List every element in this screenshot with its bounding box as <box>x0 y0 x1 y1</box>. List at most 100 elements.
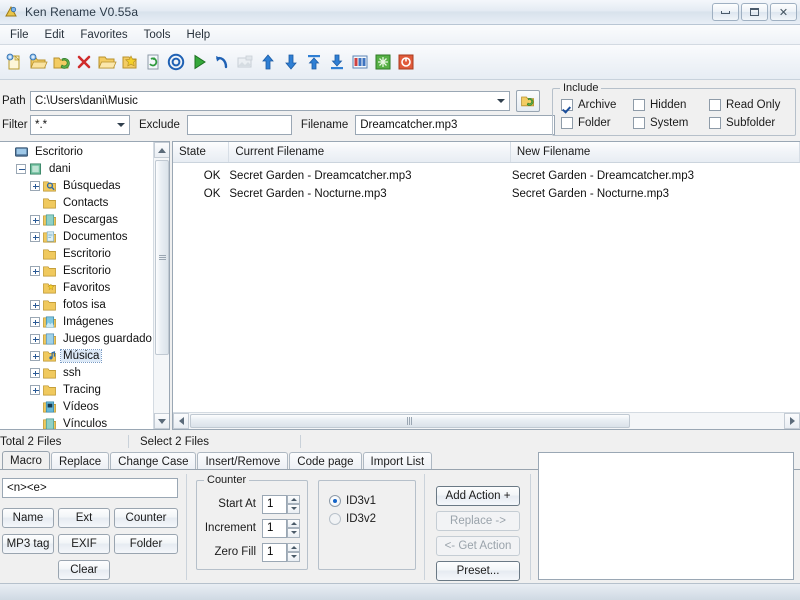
expand-icon[interactable] <box>30 214 40 225</box>
column-header-new-filename[interactable]: New Filename <box>511 142 800 162</box>
record-circle-icon[interactable] <box>166 52 186 72</box>
spin-down-icon[interactable] <box>287 528 300 538</box>
tab-import-list[interactable]: Import List <box>362 452 433 470</box>
folder-icon[interactable] <box>97 52 117 72</box>
spin-up-icon[interactable] <box>287 542 300 552</box>
expand-icon[interactable] <box>30 367 40 378</box>
browse-folder-button[interactable] <box>516 90 540 112</box>
expand-icon[interactable] <box>30 316 40 327</box>
macro-input[interactable]: <n><e> <box>2 478 178 498</box>
tab-macro[interactable]: Macro <box>2 451 50 470</box>
menu-favorites[interactable]: Favorites <box>72 27 135 43</box>
preset-button[interactable]: Preset... <box>436 561 520 581</box>
tree-node[interactable]: Tracing <box>0 381 152 398</box>
tree-node[interactable]: Escritorio <box>0 143 152 160</box>
expand-icon[interactable] <box>30 333 40 344</box>
menu-tools[interactable]: Tools <box>136 27 179 43</box>
counter-increment-stepper[interactable]: 1 <box>262 518 300 538</box>
tree-node[interactable]: Búsquedas <box>0 177 152 194</box>
grid-icon[interactable] <box>373 52 393 72</box>
table-row[interactable]: OK Secret Garden - Dreamcatcher.mp3 Secret… <box>173 167 800 185</box>
tree-scroll-thumb[interactable] <box>155 160 169 355</box>
checkbox-hidden[interactable] <box>633 99 645 111</box>
collapse-icon[interactable] <box>16 163 26 174</box>
checkbox-archive[interactable] <box>561 99 573 111</box>
menu-help[interactable]: Help <box>179 27 219 43</box>
file-list-horizontal-scrollbar[interactable] <box>173 412 800 429</box>
tab-replace[interactable]: Replace <box>50 452 110 470</box>
column-header-current-filename[interactable]: Current Filename <box>229 142 511 162</box>
delete-x-icon[interactable] <box>74 52 94 72</box>
path-combo[interactable]: C:\Users\dani\Music <box>30 91 510 111</box>
counter-start-at-value[interactable]: 1 <box>262 494 287 514</box>
tree-node[interactable]: Escritorio <box>0 245 152 262</box>
move-top-icon[interactable] <box>304 52 324 72</box>
macro-button-folder[interactable]: Folder <box>114 534 178 554</box>
counter-start-at-stepper[interactable]: 1 <box>262 494 300 514</box>
minimize-button[interactable] <box>712 3 739 21</box>
macro-button-counter[interactable]: Counter <box>114 508 178 528</box>
refresh-document-icon[interactable] <box>143 52 163 72</box>
expand-icon[interactable] <box>30 231 40 242</box>
expand-icon[interactable] <box>30 299 40 310</box>
tree-node[interactable]: Música <box>0 347 152 364</box>
action-list[interactable] <box>538 452 794 580</box>
expand-icon[interactable] <box>30 350 40 361</box>
tree-node[interactable]: Descargas <box>0 211 152 228</box>
undo-icon[interactable] <box>212 52 232 72</box>
tree-node[interactable]: dani <box>0 160 152 177</box>
tree-node[interactable]: Juegos guardados <box>0 330 152 347</box>
menu-edit[interactable]: Edit <box>37 27 73 43</box>
new-list-icon[interactable] <box>5 52 25 72</box>
open-folder-icon[interactable] <box>28 52 48 72</box>
favorite-star-icon[interactable] <box>120 52 140 72</box>
radio-id3v1[interactable] <box>329 495 341 507</box>
tree-node[interactable]: Vídeos <box>0 398 152 415</box>
checkbox-subfolder[interactable] <box>709 117 721 129</box>
tree-vertical-scrollbar[interactable] <box>153 142 169 429</box>
exclude-input[interactable] <box>186 115 292 135</box>
add-folder-icon[interactable] <box>51 52 71 72</box>
columns-icon[interactable] <box>350 52 370 72</box>
scroll-right-button[interactable] <box>784 413 800 429</box>
spin-down-icon[interactable] <box>287 552 300 562</box>
menu-file[interactable]: File <box>2 27 37 43</box>
filename-input[interactable]: Dreamcatcher.mp3 <box>355 115 556 135</box>
play-icon[interactable] <box>189 52 209 72</box>
filter-combo[interactable]: *.* <box>30 115 130 135</box>
expand-icon[interactable] <box>30 180 40 191</box>
file-list[interactable]: State Current Filename New Filename OK Se… <box>172 141 800 430</box>
scroll-left-button[interactable] <box>173 413 189 429</box>
table-row[interactable]: OK Secret Garden - Nocturne.mp3 Secret Gar… <box>173 185 800 203</box>
macro-button-exif[interactable]: EXIF <box>58 534 110 554</box>
exit-icon[interactable] <box>396 52 416 72</box>
scroll-up-button[interactable] <box>154 142 169 158</box>
move-bottom-icon[interactable] <box>327 52 347 72</box>
counter-increment-value[interactable]: 1 <box>262 518 287 538</box>
tab-insert-remove[interactable]: Insert/Remove <box>197 452 289 470</box>
expand-icon[interactable] <box>30 265 40 276</box>
spin-up-icon[interactable] <box>287 518 300 528</box>
checkbox-readonly[interactable] <box>709 99 721 111</box>
spin-down-icon[interactable] <box>287 504 300 514</box>
tab-change-case[interactable]: Change Case <box>110 452 197 470</box>
tree-node[interactable]: Escritorio <box>0 262 152 279</box>
spin-up-icon[interactable] <box>287 494 300 504</box>
macro-button-clear[interactable]: Clear <box>58 560 110 580</box>
tree-node[interactable]: fotos isa <box>0 296 152 313</box>
counter-zero-fill-stepper[interactable]: 1 <box>262 542 300 562</box>
tree-node[interactable]: Documentos <box>0 228 152 245</box>
tab-code-page[interactable]: Code page <box>289 452 362 470</box>
file-list-scroll-thumb[interactable] <box>190 414 630 428</box>
tree-node[interactable]: Contacts <box>0 194 152 211</box>
move-up-icon[interactable] <box>258 52 278 72</box>
scroll-down-button[interactable] <box>154 413 169 429</box>
tree-node[interactable]: Vínculos <box>0 415 152 429</box>
close-button[interactable]: ✕ <box>770 3 797 21</box>
column-header-state[interactable]: State <box>173 142 230 162</box>
tree-node[interactable]: Imágenes <box>0 313 152 330</box>
move-down-icon[interactable] <box>281 52 301 72</box>
counter-zero-fill-value[interactable]: 1 <box>262 542 287 562</box>
maximize-button[interactable] <box>741 3 768 21</box>
macro-button-ext[interactable]: Ext <box>58 508 110 528</box>
